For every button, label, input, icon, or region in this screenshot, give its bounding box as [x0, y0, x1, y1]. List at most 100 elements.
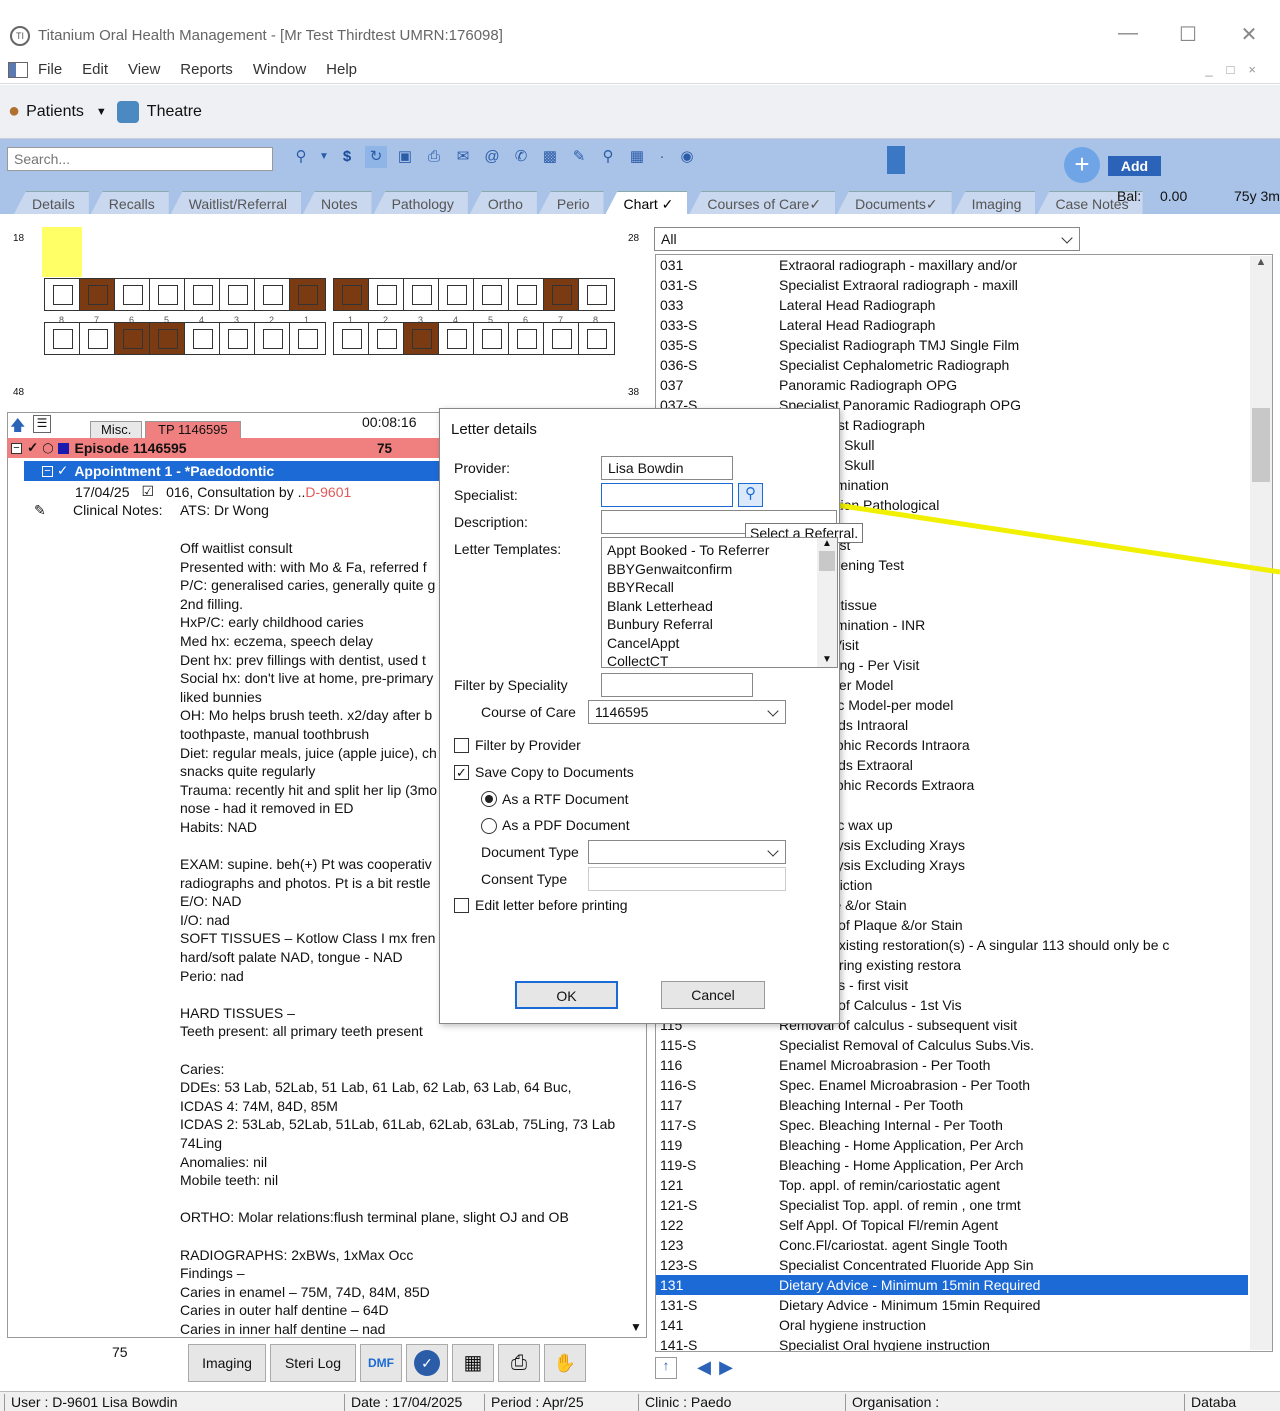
- procedure-row[interactable]: 117-S Spec. Bleaching Internal - Per Toot…: [656, 1115, 1248, 1135]
- procedure-row[interactable]: 037 Panoramic Radiograph OPG: [656, 375, 1248, 395]
- theatre-button[interactable]: Theatre: [147, 103, 202, 121]
- procedure-row[interactable]: 033 Lateral Head Radiograph: [656, 295, 1248, 315]
- tooth[interactable]: [368, 278, 405, 311]
- globe-icon[interactable]: ◉: [676, 146, 698, 168]
- template-item[interactable]: Bunbury Referral: [607, 615, 837, 634]
- rtf-radio[interactable]: [481, 791, 497, 807]
- specialist-field[interactable]: [601, 483, 733, 507]
- procedure-row[interactable]: 123-S Specialist Concentrated Fluoride Ap…: [656, 1255, 1248, 1275]
- procedure-row[interactable]: 036-S Specialist Cephalometric Radiograph: [656, 355, 1248, 375]
- printer-button[interactable]: ⎙: [498, 1344, 540, 1382]
- filter-by-provider-checkbox[interactable]: [454, 738, 469, 753]
- door-icon[interactable]: [887, 146, 905, 174]
- tab-details[interactable]: Details: [14, 191, 89, 214]
- tab-perio[interactable]: Perio: [538, 191, 604, 214]
- tooth[interactable]: [578, 322, 615, 355]
- verify-button[interactable]: ✓: [406, 1344, 448, 1382]
- chat-icon[interactable]: ▩: [539, 146, 561, 168]
- search-referral-icon[interactable]: ⚲: [738, 483, 763, 507]
- arrow-left-icon[interactable]: ◀: [693, 1357, 715, 1379]
- procedure-row[interactable]: 131-S Dietary Advice - Minimum 15min Requ…: [656, 1295, 1248, 1315]
- menu-file[interactable]: File: [38, 61, 62, 78]
- search-icon[interactable]: ⚲: [290, 146, 312, 168]
- tooth[interactable]: [438, 322, 475, 355]
- tooth[interactable]: [289, 278, 326, 311]
- template-item[interactable]: CollectCT: [607, 652, 837, 667]
- tooth[interactable]: [184, 278, 221, 311]
- menu-help[interactable]: Help: [326, 61, 357, 78]
- procedure-row[interactable]: 115-S Specialist Removal of Calculus Subs…: [656, 1035, 1248, 1055]
- procedure-row[interactable]: 121-S Specialist Top. appl. of remin , on…: [656, 1195, 1248, 1215]
- procedure-row[interactable]: 123 Conc.Fl/cariostat. agent Single Tooth: [656, 1235, 1248, 1255]
- steri-log-button[interactable]: Steri Log: [270, 1344, 356, 1382]
- tab-pathology[interactable]: Pathology: [373, 191, 468, 214]
- mdi-controls-icon[interactable]: _□×: [1205, 62, 1270, 77]
- minimize-icon[interactable]: —: [1108, 22, 1148, 45]
- tab-recalls[interactable]: Recalls: [90, 191, 169, 214]
- tooth[interactable]: [219, 322, 256, 355]
- tab-documents[interactable]: Documents✓: [837, 191, 952, 214]
- menu-edit[interactable]: Edit: [82, 61, 108, 78]
- episode-row[interactable]: − ✓ ◯ Episode 1146595 75: [7, 438, 440, 458]
- tooth[interactable]: [473, 278, 510, 311]
- procedure-row[interactable]: 122 Self Appl. Of Topical Fl/remin Agent: [656, 1215, 1248, 1235]
- tab-courses-of-care[interactable]: Courses of Care✓: [689, 191, 836, 214]
- scroll-down-icon[interactable]: ▼: [630, 1320, 642, 1334]
- tooth[interactable]: [473, 322, 510, 355]
- menu-view[interactable]: View: [128, 61, 160, 78]
- pdf-radio[interactable]: [481, 818, 497, 834]
- procedure-row[interactable]: 031 Extraoral radiograph - maxillary and/…: [656, 255, 1248, 275]
- arrow-up-icon[interactable]: ↑: [655, 1357, 677, 1379]
- procedure-row[interactable]: 116 Enamel Microabrasion - Per Tooth: [656, 1055, 1248, 1075]
- save-icon[interactable]: ▣: [394, 146, 416, 168]
- procedure-row[interactable]: 141 Oral hygiene instruction: [656, 1315, 1248, 1335]
- tab-treatment-plan[interactable]: TP 1146595: [145, 421, 241, 439]
- tooth[interactable]: [543, 322, 580, 355]
- procedure-row[interactable]: 131 Dietary Advice - Minimum 15min Requir…: [656, 1275, 1248, 1295]
- item-filter-select[interactable]: All: [654, 227, 1080, 251]
- scroll-thumb[interactable]: [1252, 408, 1270, 482]
- tooth[interactable]: [403, 322, 440, 355]
- template-item[interactable]: CancelAppt: [607, 634, 837, 653]
- search-input[interactable]: [7, 147, 273, 171]
- collapse-icon[interactable]: −: [42, 465, 53, 477]
- dmf-button[interactable]: DMF: [360, 1344, 402, 1382]
- tooth[interactable]: [578, 278, 615, 311]
- arrow-up-icon[interactable]: 🡅: [10, 415, 25, 440]
- procedure-row[interactable]: 121 Top. appl. of remin/cariostatic agent: [656, 1175, 1248, 1195]
- tooth[interactable]: [44, 278, 81, 311]
- email-icon[interactable]: @: [481, 146, 503, 168]
- course-of-care-select[interactable]: 1146595: [588, 700, 786, 724]
- procedure-row[interactable]: 119-S Bleaching - Home Application, Per A…: [656, 1155, 1248, 1175]
- tooth[interactable]: [403, 278, 440, 311]
- print-icon[interactable]: ⎙: [423, 146, 445, 168]
- tooth[interactable]: [438, 278, 475, 311]
- arrow-right-icon[interactable]: ▶: [715, 1357, 737, 1379]
- consent-type-field[interactable]: [588, 867, 786, 891]
- edit-before-printing-checkbox[interactable]: [454, 898, 469, 913]
- tooth[interactable]: [543, 278, 580, 311]
- tooth[interactable]: [508, 322, 545, 355]
- zoom-icon[interactable]: ⚲: [597, 146, 619, 168]
- templates-scrollbar[interactable]: ▲ ▼: [817, 538, 837, 667]
- calendar-icon[interactable]: ▦: [626, 146, 648, 168]
- tooth[interactable]: [114, 322, 151, 355]
- notes-icon[interactable]: ✎: [568, 146, 590, 168]
- tab-misc[interactable]: Misc.: [90, 421, 143, 439]
- tooth[interactable]: [149, 322, 186, 355]
- tooth[interactable]: [508, 278, 545, 311]
- maximize-icon[interactable]: ☐: [1168, 22, 1208, 47]
- add-button[interactable]: Add: [1108, 156, 1161, 176]
- cancel-button[interactable]: Cancel: [661, 981, 765, 1009]
- scroll-down-icon[interactable]: ▼: [817, 654, 837, 665]
- close-icon[interactable]: ✕: [1229, 22, 1269, 47]
- tooth[interactable]: [79, 278, 116, 311]
- letter-templates-list[interactable]: Appt Booked - To Referrer BBYGenwaitconfi…: [601, 537, 838, 668]
- tab-ortho[interactable]: Ortho: [469, 191, 537, 214]
- tooth[interactable]: [79, 322, 116, 355]
- tooth[interactable]: [333, 322, 370, 355]
- tab-notes[interactable]: Notes: [302, 191, 372, 214]
- chevron-down-icon[interactable]: ▼: [96, 106, 107, 118]
- tooth[interactable]: [219, 278, 256, 311]
- tooth[interactable]: [254, 322, 291, 355]
